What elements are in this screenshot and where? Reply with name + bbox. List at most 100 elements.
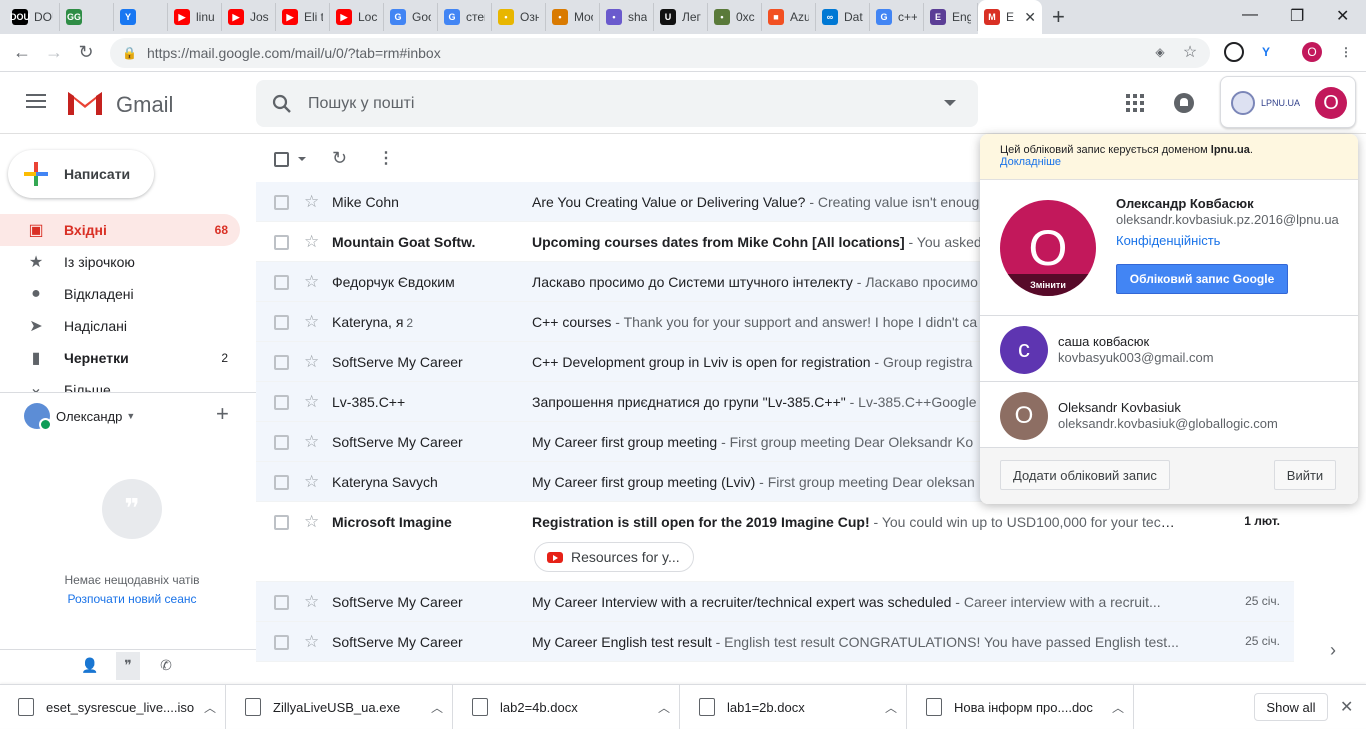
browser-tab[interactable]: ▶ Eli th	[276, 3, 330, 31]
browser-tab[interactable]: ▶ Loca	[330, 3, 384, 31]
star-outline-icon[interactable]: ☆	[304, 592, 319, 612]
browser-tab[interactable]: ■ Azur	[762, 3, 816, 31]
row-checkbox[interactable]	[274, 195, 289, 210]
star-outline-icon[interactable]: ☆	[304, 192, 319, 212]
refresh-icon[interactable]: ↻	[332, 148, 347, 169]
chevron-up-icon[interactable]: ︿	[885, 699, 897, 716]
browser-tab[interactable]: Gc++	[870, 3, 924, 31]
row-checkbox[interactable]	[274, 595, 289, 610]
browser-tab[interactable]: Gстек	[438, 3, 492, 31]
browser-tab[interactable]: E Engl	[924, 3, 978, 31]
row-checkbox[interactable]	[274, 275, 289, 290]
star-outline-icon[interactable]: ☆	[304, 352, 319, 372]
hangouts-user[interactable]: Олександр ▼	[24, 403, 135, 431]
notifications-icon[interactable]	[1173, 92, 1195, 114]
privacy-link[interactable]: Конфіденційність	[1116, 233, 1220, 248]
bookmark-star-icon[interactable]: ☆	[1180, 42, 1200, 62]
account-avatar[interactable]: O	[1315, 87, 1347, 119]
extension-icon[interactable]	[1224, 42, 1244, 62]
star-outline-icon[interactable]: ☆	[304, 472, 319, 492]
browser-tab[interactable]: • Озн	[492, 3, 546, 31]
browser-menu-icon[interactable]: ⋮	[1336, 42, 1356, 62]
select-dropdown-icon[interactable]	[298, 157, 306, 161]
mail-row[interactable]: ☆ SoftServe My Career My Career Interview …	[256, 582, 1294, 622]
search-icon[interactable]	[272, 94, 292, 114]
other-account-item[interactable]: с саша ковбасюк kovbasyuk003@gmail.com	[980, 316, 1358, 382]
main-menu-icon[interactable]	[26, 94, 46, 112]
back-arrow-icon[interactable]: ←	[6, 42, 38, 63]
chevron-up-icon[interactable]: ︿	[431, 699, 443, 716]
contacts-person-icon[interactable]: 👤	[78, 652, 102, 680]
google-account-button[interactable]: Обліковий запис Google	[1116, 264, 1288, 294]
row-checkbox[interactable]	[274, 515, 289, 530]
change-photo-label[interactable]: Змінити	[1000, 274, 1096, 296]
search-bar[interactable]	[256, 80, 978, 127]
row-checkbox[interactable]	[274, 315, 289, 330]
browser-tab[interactable]: ▶ Jose	[222, 3, 276, 31]
browser-tab[interactable]: • shar	[600, 3, 654, 31]
sidebar-item[interactable]: ➤ Надіслані	[0, 310, 240, 342]
sidebar-item[interactable]: ▣ Вхідні 68	[0, 214, 240, 246]
download-item[interactable]: eset_sysrescue_live....iso ︿	[0, 685, 226, 729]
attachment-chip[interactable]: Resources for y...	[534, 542, 694, 572]
chevron-up-icon[interactable]: ︿	[1112, 699, 1124, 716]
address-bar[interactable]: 🔒 https://mail.google.com/mail/u/0/?tab=…	[110, 38, 1210, 68]
translate-icon[interactable]: ◈	[1150, 42, 1170, 62]
extension-y-icon[interactable]: Y	[1256, 42, 1276, 62]
browser-tab[interactable]: Y	[114, 3, 168, 31]
star-outline-icon[interactable]: ☆	[304, 272, 319, 292]
row-checkbox[interactable]	[274, 395, 289, 410]
maximize-window-button[interactable]: ❐	[1290, 6, 1304, 26]
chevron-up-icon[interactable]: ︿	[658, 699, 670, 716]
close-downloads-icon[interactable]: ✕	[1340, 697, 1353, 717]
account-switcher[interactable]: LPNU.UA O	[1220, 76, 1356, 128]
browser-tab[interactable]: ▶ linux	[168, 3, 222, 31]
download-item[interactable]: lab1=2b.docx ︿	[681, 685, 907, 729]
new-chat-plus-icon[interactable]: +	[216, 401, 229, 427]
row-checkbox[interactable]	[274, 435, 289, 450]
row-checkbox[interactable]	[274, 635, 289, 650]
row-checkbox[interactable]	[274, 235, 289, 250]
add-account-button[interactable]: Додати обліковий запис	[1000, 460, 1170, 490]
browser-tab[interactable]: G Goo	[384, 3, 438, 31]
close-tab-icon[interactable]: ✕	[1024, 9, 1036, 26]
learn-more-link[interactable]: Докладніше	[1000, 156, 1338, 168]
sidebar-item[interactable]: ★ Із зірочкою	[0, 246, 240, 278]
apps-grid-icon[interactable]	[1126, 94, 1144, 112]
browser-tab-active[interactable]: M E ✕	[978, 0, 1042, 34]
star-outline-icon[interactable]: ☆	[304, 512, 319, 532]
close-window-button[interactable]: ✕	[1336, 6, 1349, 26]
minimize-window-button[interactable]: —	[1242, 6, 1258, 24]
search-input[interactable]	[308, 94, 908, 113]
reload-icon[interactable]: ↻	[70, 42, 102, 63]
new-tab-button[interactable]: +	[1052, 4, 1074, 30]
show-all-downloads-button[interactable]: Show all	[1254, 693, 1328, 721]
sidebar-item[interactable]: ▮ Чернетки 2	[0, 342, 240, 374]
star-outline-icon[interactable]: ☆	[304, 432, 319, 452]
chevron-up-icon[interactable]: ︿	[204, 699, 216, 716]
browser-tab[interactable]: DOU DOU	[6, 3, 60, 31]
star-outline-icon[interactable]: ☆	[304, 232, 319, 252]
profile-avatar[interactable]: O	[1302, 42, 1322, 62]
browser-tab[interactable]: • 0xc0	[708, 3, 762, 31]
other-account-item[interactable]: O Oleksandr Kovbasiuk oleksandr.kovbasiuk@…	[980, 382, 1358, 448]
compose-button[interactable]: Написати	[8, 150, 154, 198]
star-outline-icon[interactable]: ☆	[304, 632, 319, 652]
star-outline-icon[interactable]: ☆	[304, 392, 319, 412]
sign-out-button[interactable]: Вийти	[1274, 460, 1336, 490]
star-outline-icon[interactable]: ☆	[304, 312, 319, 332]
download-item[interactable]: ZillyaLiveUSB_ua.exe ︿	[227, 685, 453, 729]
side-panel-expand-icon[interactable]: ›	[1330, 640, 1336, 661]
more-options-icon[interactable]: ⋮	[378, 148, 394, 168]
download-item[interactable]: Нова інформ про....doc ︿	[908, 685, 1134, 729]
search-options-icon[interactable]	[944, 100, 956, 106]
select-all-checkbox[interactable]	[274, 152, 289, 167]
mail-row[interactable]: ☆ SoftServe My Career My Career English te…	[256, 622, 1294, 662]
browser-tab[interactable]: • Moc	[546, 3, 600, 31]
current-account-avatar[interactable]: O Змінити	[1000, 200, 1096, 296]
start-new-session-link[interactable]: Розпочати новий сеанс	[0, 592, 264, 606]
forward-arrow-icon[interactable]: →	[38, 42, 70, 63]
browser-tab[interactable]: GG	[60, 3, 114, 31]
sidebar-more[interactable]: ⌄ Більше	[0, 374, 240, 392]
mail-row[interactable]: ☆ Microsoft Imagine Registration is still …	[256, 502, 1294, 582]
